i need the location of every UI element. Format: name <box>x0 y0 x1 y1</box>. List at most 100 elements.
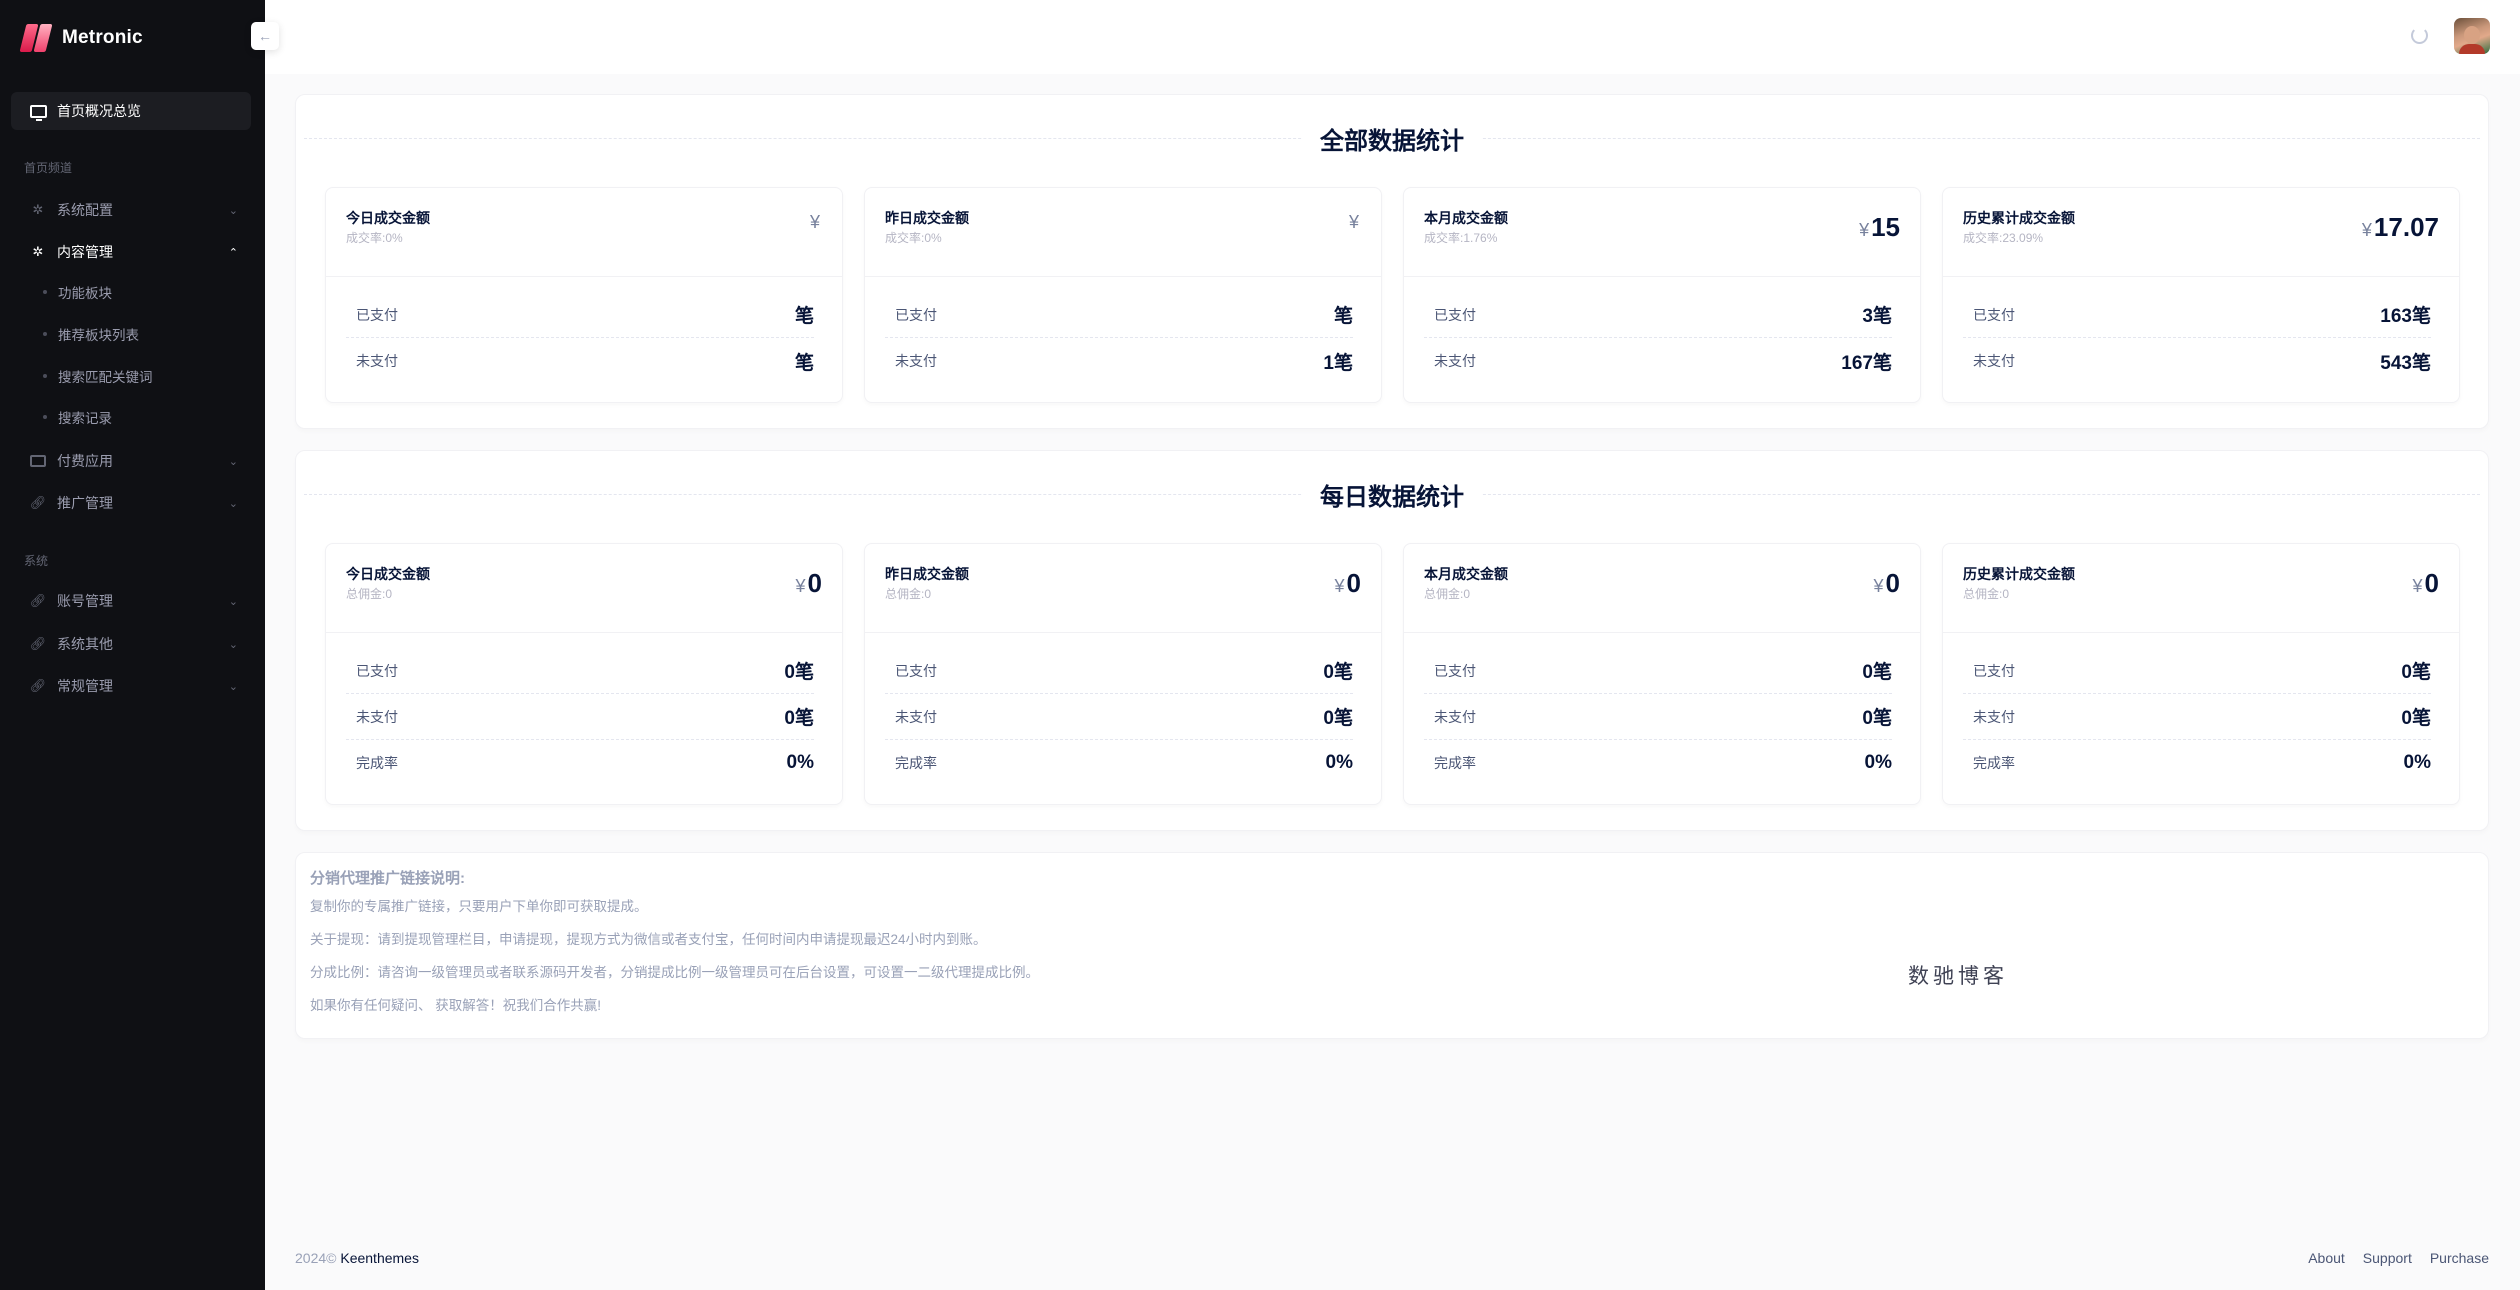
sidebar-subitem-label: 功能板块 <box>58 286 112 301</box>
sidebar-item-general[interactable]: 🔗︎ 常规管理 ⌄ <box>11 667 251 705</box>
overall-stats-title: 全部数据统计 <box>296 121 2488 156</box>
link-icon: 🔗︎ <box>29 678 47 693</box>
daily-card-yesterday: 昨日成交金额 总佣金:0 ¥ 0 已支付 0笔 未支付 0笔 完成率 0% <box>864 543 1382 805</box>
monitor-icon <box>28 103 48 121</box>
sidebar-item-system-other[interactable]: 🔗︎ 系统其他 ⌄ <box>11 625 251 663</box>
card-title: 历史累计成交金额 <box>1963 210 2075 226</box>
chevron-down-icon: ⌄ <box>228 680 238 693</box>
card-row-paid: 已支付 0笔 <box>1424 648 1892 694</box>
footer-link-purchase[interactable]: Purchase <box>2430 1250 2489 1266</box>
notes-title: 分销代理推广链接说明: <box>310 870 465 887</box>
card-title: 今日成交金额 <box>346 210 430 226</box>
yen-icon: ¥ <box>1334 576 1345 596</box>
yen-icon: ¥ <box>795 576 806 596</box>
sidebar-collapse-button[interactable]: ← <box>251 22 279 50</box>
daily-stats-panel: 每日数据统计 今日成交金额 总佣金:0 ¥ 0 已支付 0笔 未支付 0笔 完成率 0… <box>295 450 2489 831</box>
sidebar-subitem-label: 推荐板块列表 <box>58 328 139 343</box>
footer-company-link[interactable]: Keenthemes <box>340 1250 419 1266</box>
card-row-paid: 已支付 0笔 <box>346 648 814 694</box>
top-header <box>265 0 2520 74</box>
card-row-unpaid: 未支付笔 <box>356 352 814 374</box>
daily-stats-title: 每日数据统计 <box>296 477 2488 512</box>
yen-icon: ¥ <box>809 212 820 232</box>
card-row-unpaid: 未支付 167笔 <box>1434 352 1892 374</box>
sidebar-subitem-label: 搜索记录 <box>58 411 112 426</box>
card-row-rate: 完成率 0% <box>356 752 814 773</box>
sidebar-subitem-search-keywords[interactable]: 搜索匹配关键词 <box>43 362 153 390</box>
notes-line: 复制你的专属推广链接，只要用户下单你即可获取提成。 <box>310 899 648 914</box>
footer-links: About Support Purchase <box>2308 1250 2489 1266</box>
sidebar-section-label: 首页频道 <box>24 161 73 175</box>
footer-link-about[interactable]: About <box>2308 1250 2345 1266</box>
yen-icon: ¥ <box>1873 576 1884 596</box>
card-amount: ¥ 0 <box>1334 568 1361 598</box>
card-subtitle: 成交率:23.09% <box>1963 231 2044 245</box>
sidebar: Metronic 首页概况总览 首页频道 ✲ 系统配置 ⌄ ✲ 内容管理 ⌃ 功… <box>0 0 265 1290</box>
card-row-unpaid: 未支付 1笔 <box>895 352 1353 374</box>
arrow-left-icon: ← <box>258 28 272 44</box>
brand-name: Metronic <box>62 27 143 48</box>
stat-card-today: 今日成交金额 成交率:0% ¥ 已支付笔 未支付笔 <box>325 187 843 403</box>
card-subtitle: 总佣金:0 <box>885 587 932 601</box>
sidebar-item-dashboard[interactable]: 首页概况总览 <box>11 92 251 130</box>
yen-icon: ¥ <box>1348 212 1359 232</box>
sidebar-item-accounts[interactable]: 🔗︎ 账号管理 ⌄ <box>11 582 251 620</box>
card-title: 今日成交金额 <box>346 566 430 582</box>
sidebar-subitem-search-records[interactable]: 搜索记录 <box>43 403 112 431</box>
metronic-logo-icon <box>19 24 54 52</box>
card-row-rate: 完成率 0% <box>1434 752 1892 773</box>
brand[interactable]: Metronic <box>19 22 143 54</box>
card-amount: ¥ 0 <box>795 568 822 598</box>
notes-line: 如果你有任何疑问、 获取解答！祝我们合作共赢! <box>310 998 602 1013</box>
chevron-down-icon: ⌄ <box>228 455 238 468</box>
card-row-unpaid: 未支付 0笔 <box>1963 694 2431 740</box>
watermark: 数驰博客 <box>1908 964 2008 988</box>
card-row-rate: 完成率 0% <box>1973 752 2431 773</box>
card-title: 昨日成交金额 <box>885 566 969 582</box>
card-row-paid: 已支付 0笔 <box>1963 648 2431 694</box>
gear-icon: ✲ <box>32 244 44 259</box>
chevron-down-icon: ⌄ <box>228 638 238 651</box>
daily-card-history: 历史累计成交金额 总佣金:0 ¥ 0 已支付 0笔 未支付 0笔 完成率 0% <box>1942 543 2460 805</box>
card-row-paid: 已支付笔 <box>885 292 1353 338</box>
sidebar-subitem-recommend-list[interactable]: 推荐板块列表 <box>43 320 139 348</box>
sidebar-item-label: 内容管理 <box>57 244 113 260</box>
chevron-up-icon: ⌃ <box>228 246 238 259</box>
card-subtitle: 成交率:0% <box>885 231 942 245</box>
bullet-icon <box>43 415 47 419</box>
sidebar-item-system-config[interactable]: ✲ 系统配置 ⌄ <box>11 191 251 229</box>
footer-link-support[interactable]: Support <box>2363 1250 2412 1266</box>
overall-stats-panel: 全部数据统计 今日成交金额 成交率:0% ¥ 已支付笔 未支付笔 昨日成交金额 … <box>295 94 2489 429</box>
sidebar-item-label: 账号管理 <box>57 593 113 609</box>
card-row-paid: 已支付 3笔 <box>1424 292 1892 338</box>
sidebar-item-label: 常规管理 <box>57 678 113 694</box>
sidebar-item-promotion[interactable]: 🔗︎ 推广管理 ⌄ <box>11 484 251 522</box>
card-title: 历史累计成交金额 <box>1963 566 2075 582</box>
link-icon: 🔗︎ <box>29 636 47 651</box>
sidebar-item-label: 推广管理 <box>57 495 113 511</box>
card-amount: ¥ 17.07 <box>2361 212 2439 242</box>
bullet-icon <box>43 374 47 378</box>
card-amount: ¥ 0 <box>2412 568 2439 598</box>
copyright: 2024© <box>295 1250 337 1266</box>
sidebar-item-content[interactable]: ✲ 内容管理 ⌃ <box>11 233 251 271</box>
chevron-down-icon: ⌄ <box>228 595 238 608</box>
link-icon: 🔗︎ <box>29 495 47 510</box>
loading-spinner-icon[interactable] <box>2411 27 2428 44</box>
card-title: 本月成交金额 <box>1424 210 1508 226</box>
avatar[interactable] <box>2454 18 2490 54</box>
promotion-notes-panel: 分销代理推广链接说明: 复制你的专属推广链接，只要用户下单你即可获取提成。 关于… <box>295 852 2489 1039</box>
card-icon <box>28 453 48 469</box>
card-title: 昨日成交金额 <box>885 210 969 226</box>
card-row-unpaid: 未支付 0笔 <box>1424 694 1892 740</box>
card-subtitle: 总佣金:0 <box>346 587 393 601</box>
stat-card-history: 历史累计成交金额 成交率:23.09% ¥ 17.07 已支付 163笔 未支付 5… <box>1942 187 2460 403</box>
card-subtitle: 总佣金:0 <box>1424 587 1471 601</box>
sidebar-item-label: 首页概况总览 <box>57 103 141 119</box>
sidebar-item-label: 系统配置 <box>57 202 113 218</box>
sidebar-item-paid-apps[interactable]: 付费应用 ⌄ <box>11 442 251 480</box>
sidebar-subitem-modules[interactable]: 功能板块 <box>43 278 112 306</box>
footer: 2024© Keenthemes About Support Purchase <box>295 1250 2489 1266</box>
stat-card-yesterday: 昨日成交金额 成交率:0% ¥ 已支付笔 未支付 1笔 <box>864 187 1382 403</box>
card-amount: ¥ <box>810 212 822 233</box>
